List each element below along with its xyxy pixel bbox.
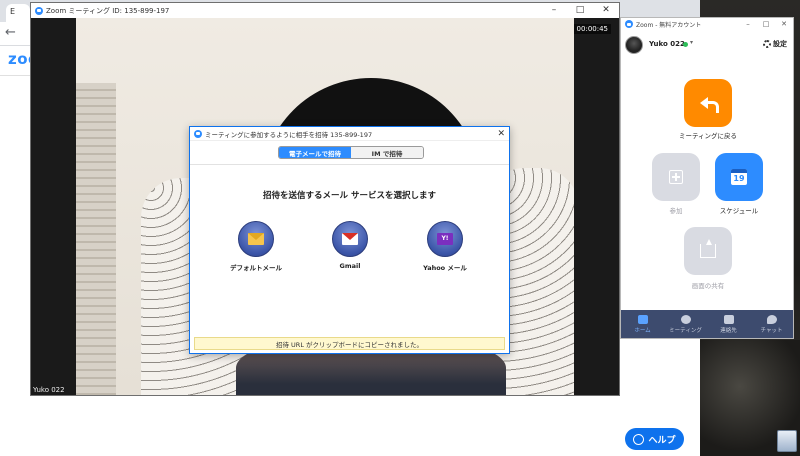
- help-button-label: ヘルプ: [648, 435, 676, 446]
- close-button[interactable]: ✕: [593, 3, 619, 18]
- avatar[interactable]: [625, 36, 643, 54]
- share-screen-button[interactable]: [684, 227, 732, 275]
- meeting-title: Zoom ミーティング ID: 135-899-197: [46, 6, 170, 15]
- share-screen-icon: [700, 239, 716, 258]
- yahoo-mail-option[interactable]: Y! Yahoo メール: [410, 221, 480, 272]
- home-icon: [637, 314, 648, 324]
- zoom-app-icon: [35, 6, 43, 15]
- nav-meetings[interactable]: ミーティング: [664, 310, 707, 338]
- default-mail-icon[interactable]: [238, 221, 274, 257]
- gmail-icon[interactable]: [332, 221, 368, 257]
- chevron-down-icon[interactable]: ▾: [690, 39, 693, 46]
- nav-label: 連絡先: [720, 327, 737, 334]
- default-mail-option[interactable]: デフォルトメール: [221, 221, 291, 272]
- plus-icon: [669, 170, 683, 184]
- divider: [0, 75, 34, 76]
- service-label: Yahoo メール: [423, 264, 467, 272]
- settings-label: 設定: [773, 40, 787, 48]
- panel-title: Zoom - 無料アカウント: [636, 21, 702, 29]
- help-button[interactable]: ヘルプ: [625, 428, 684, 450]
- panel-titlebar: Zoom - 無料アカウント – □ ✕: [621, 18, 793, 30]
- curtain: [76, 83, 116, 395]
- meeting-timer: 00:00:45: [573, 24, 611, 34]
- return-arrow-icon: [700, 96, 719, 113]
- user-row: Yuko 022 ▾ 設定: [621, 34, 793, 56]
- nav-contacts[interactable]: 連絡先: [707, 310, 750, 338]
- nav-label: チャット: [760, 327, 783, 334]
- bottom-nav: ホーム ミーティング 連絡先 チャット: [621, 310, 793, 338]
- yahoo-glyph: Y!: [437, 233, 453, 245]
- back-arrow-icon[interactable]: ←: [5, 25, 16, 40]
- contacts-icon: [723, 314, 734, 324]
- minimize-button[interactable]: –: [541, 3, 567, 18]
- tile-label: 画面の共有: [691, 282, 725, 290]
- envelope-icon: [342, 233, 358, 245]
- dialog-title: ミーティングに参加するように相手を招待 135-899-197: [205, 130, 373, 139]
- nav-label: ホーム: [634, 327, 651, 334]
- return-to-meeting-button[interactable]: [684, 79, 732, 127]
- maximize-button[interactable]: □: [567, 3, 593, 18]
- chat-bubble-icon: [633, 433, 645, 445]
- meeting-titlebar: Zoom ミーティング ID: 135-899-197 – □ ✕: [31, 3, 619, 18]
- nav-home[interactable]: ホーム: [621, 310, 664, 338]
- zoom-app-icon: [625, 20, 633, 28]
- tab-im-invite[interactable]: IM で招待: [351, 147, 423, 158]
- dialog-heading: 招待を送信するメール サービスを選択します: [263, 191, 436, 201]
- recycle-bin-icon[interactable]: [777, 430, 797, 452]
- browser-tab[interactable]: E: [6, 4, 30, 22]
- clipboard-notice: 招待 URL がクリップボードにコピーされました。: [194, 337, 505, 350]
- settings-button[interactable]: 設定: [763, 39, 787, 49]
- minimize-button[interactable]: –: [739, 18, 757, 30]
- tab-email-invite[interactable]: 電子メールで招待: [279, 147, 351, 158]
- service-label: デフォルトメール: [230, 264, 282, 272]
- nav-label: ミーティング: [669, 327, 702, 334]
- tile-label: ミーティングに戻る: [678, 132, 738, 140]
- yahoo-mail-icon[interactable]: Y!: [427, 221, 463, 257]
- dialog-titlebar: ミーティングに参加するように相手を招待 135-899-197 ✕: [190, 127, 509, 141]
- participant-name: Yuko 022: [33, 386, 65, 394]
- envelope-icon: [248, 233, 264, 245]
- tile-label: スケジュール: [719, 207, 759, 215]
- presence-dot-icon[interactable]: [683, 42, 688, 47]
- nav-chat[interactable]: チャット: [750, 310, 793, 338]
- gmail-option[interactable]: Gmail: [315, 221, 385, 270]
- close-button[interactable]: ✕: [775, 18, 793, 30]
- window-controls: – □ ✕: [739, 18, 793, 30]
- user-name: Yuko 022: [649, 40, 685, 48]
- divider: [190, 164, 509, 165]
- maximize-button[interactable]: □: [757, 18, 775, 30]
- dialog-close-button[interactable]: ✕: [497, 127, 505, 141]
- schedule-button[interactable]: 19: [715, 153, 763, 201]
- service-label: Gmail: [339, 262, 361, 270]
- zoom-app-icon: [194, 129, 202, 138]
- chat-icon: [766, 314, 777, 324]
- invite-tabs: 電子メールで招待 IM で招待: [278, 146, 424, 159]
- gear-icon: [763, 40, 771, 48]
- clock-icon: [680, 314, 691, 324]
- window-controls: – □ ✕: [541, 3, 619, 18]
- join-button[interactable]: [652, 153, 700, 201]
- zoom-home-panel: Zoom - 無料アカウント – □ ✕ Yuko 022 ▾ 設定 ミーティン…: [620, 17, 794, 339]
- calendar-icon: 19: [731, 169, 747, 185]
- invite-dialog: ミーティングに参加するように相手を招待 135-899-197 ✕ 電子メールで…: [189, 126, 510, 354]
